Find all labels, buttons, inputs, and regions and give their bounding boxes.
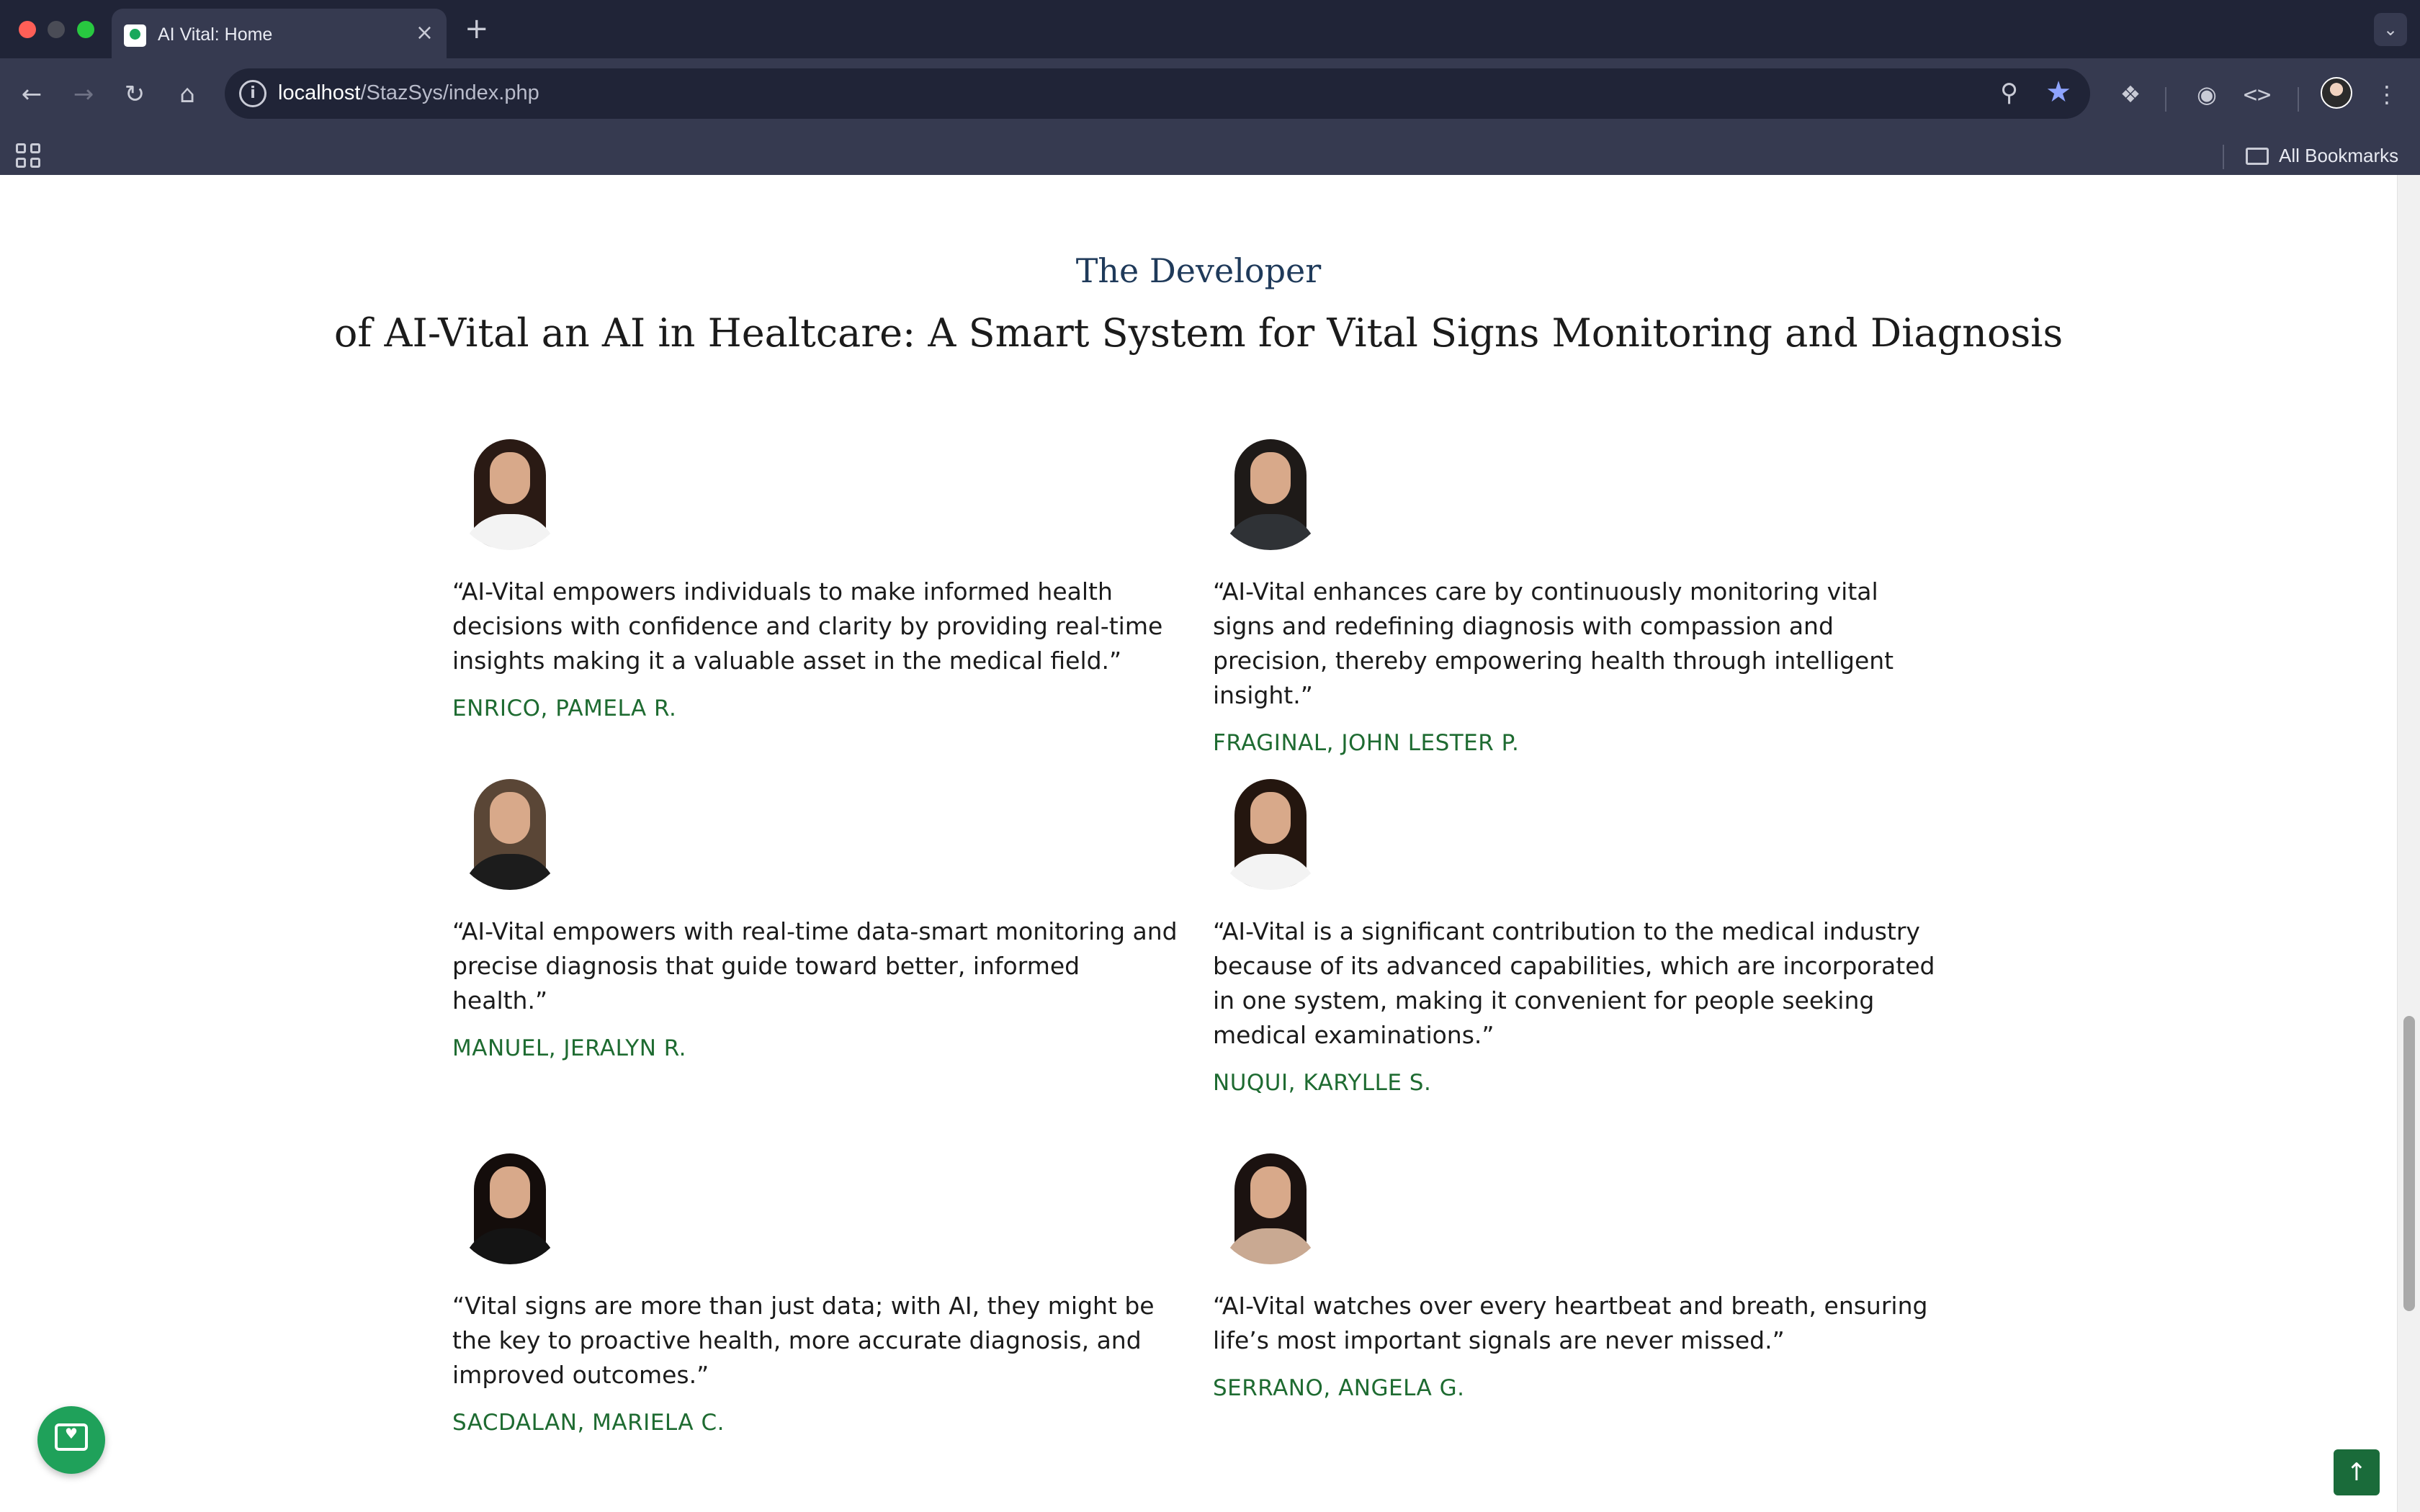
developer-card: “Vital signs are more than just data; wi… — [452, 1149, 1180, 1436]
developer-quote: “AI-Vital watches over every heartbeat a… — [1213, 1292, 1928, 1354]
developer-quote: “AI-Vital empowers with real-time data-s… — [452, 917, 1178, 1014]
apps-grid-icon[interactable] — [16, 143, 40, 168]
incognito-icon[interactable]: ◉ — [2190, 78, 2224, 110]
forward-arrow-icon[interactable]: → — [66, 77, 101, 112]
developer-name: ENRICO, PAMELA R. — [452, 696, 677, 721]
developer-card: “AI-Vital empowers with real-time data-s… — [452, 775, 1180, 1061]
developer-quote: “AI-Vital enhances care by continuously … — [1213, 577, 1894, 709]
scrollbar-thumb[interactable] — [2403, 1016, 2415, 1311]
developer-name: MANUEL, JERALYN R. — [452, 1035, 687, 1061]
browser-tab-active[interactable]: AI Vital: Home × — [112, 9, 447, 58]
photo-face — [490, 1166, 530, 1218]
address-bar[interactable]: i localhost/StazSys/index.php ⚲ ★ — [225, 68, 2090, 119]
bookmark-star-icon[interactable]: ★ — [2045, 76, 2071, 109]
zoom-icon[interactable]: ⚲ — [2000, 78, 2018, 107]
photo-face — [1250, 792, 1291, 844]
developer-name: NUQUI, KARYLLE S. — [1213, 1070, 1432, 1096]
developer-photo — [452, 1149, 568, 1264]
back-arrow-icon[interactable]: ← — [14, 77, 49, 112]
back-to-top-button[interactable]: ↑ — [2334, 1449, 2380, 1495]
toolbar-divider — [2165, 87, 2166, 112]
section-title: of AI-Vital an AI in Healtcare: A Smart … — [333, 310, 2063, 356]
developer-card: “AI-Vital empowers individuals to make i… — [452, 435, 1180, 721]
kebab-menu-icon[interactable]: ⋮ — [2370, 78, 2404, 110]
bookmarks-divider — [2223, 145, 2224, 169]
developer-name: SACDALAN, MARIELA C. — [452, 1410, 725, 1436]
url-host: localhost — [278, 81, 361, 104]
minimize-window-button[interactable] — [48, 21, 65, 38]
developer-tools-icon[interactable]: <> — [2240, 78, 2275, 110]
toolbar-divider — [2298, 87, 2299, 112]
developer-photo — [1213, 775, 1328, 890]
photo-face — [490, 452, 530, 504]
tab-search-chevron-icon[interactable]: ⌄ — [2374, 13, 2407, 46]
folder-icon — [2246, 148, 2269, 165]
developer-card: “AI-Vital is a significant contribution … — [1213, 775, 1940, 1096]
developer-name: FRAGINAL, JOHN LESTER P. — [1213, 730, 1520, 756]
maximize-window-button[interactable] — [77, 21, 94, 38]
developer-card: “AI-Vital watches over every heartbeat a… — [1213, 1149, 1940, 1401]
developer-quote: “AI-Vital is a significant contribution … — [1213, 917, 1935, 1049]
developer-quote: “AI-Vital empowers individuals to make i… — [452, 577, 1163, 675]
all-bookmarks-label: All Bookmarks — [2279, 145, 2399, 166]
profile-avatar[interactable] — [2321, 77, 2352, 109]
developer-photo — [1213, 1149, 1328, 1264]
site-favicon-icon — [124, 24, 146, 47]
browser-toolbar: ← → ↻ ⌂ i localhost/StazSys/index.php ⚲ … — [0, 58, 2420, 184]
chat-button[interactable]: ♥ — [37, 1406, 105, 1474]
tab-close-icon[interactable]: × — [416, 21, 434, 45]
browser-tab-bar: AI Vital: Home × + ⌄ — [0, 0, 2420, 58]
all-bookmarks-button[interactable]: All Bookmarks — [2246, 145, 2398, 167]
url-text[interactable]: localhost/StazSys/index.php — [278, 81, 539, 105]
site-info-icon[interactable]: i — [239, 80, 266, 107]
reload-icon[interactable]: ↻ — [117, 77, 152, 112]
heart-icon: ♥ — [65, 1425, 78, 1442]
page-viewport: The Developer of AI-Vital an AI in Healt… — [0, 175, 2397, 1512]
developer-photo — [452, 435, 568, 550]
close-window-button[interactable] — [19, 21, 36, 38]
developer-card: “AI-Vital enhances care by continuously … — [1213, 435, 1940, 756]
photo-face — [1250, 1166, 1291, 1218]
extensions-puzzle-icon[interactable]: ❖ — [2113, 78, 2148, 110]
home-icon[interactable]: ⌂ — [170, 77, 205, 112]
section-kicker: The Developer — [1075, 251, 1322, 290]
url-path: /StazSys/index.php — [360, 81, 539, 104]
developer-photo — [452, 775, 568, 890]
developer-name: SERRANO, ANGELA G. — [1213, 1375, 1465, 1401]
page-scrollbar[interactable] — [2397, 175, 2420, 1512]
developer-photo — [1213, 435, 1328, 550]
photo-face — [1250, 452, 1291, 504]
new-tab-button[interactable]: + — [465, 13, 489, 45]
developer-quote: “Vital signs are more than just data; wi… — [452, 1292, 1155, 1389]
photo-face — [490, 792, 530, 844]
tab-title: AI Vital: Home — [158, 24, 273, 45]
